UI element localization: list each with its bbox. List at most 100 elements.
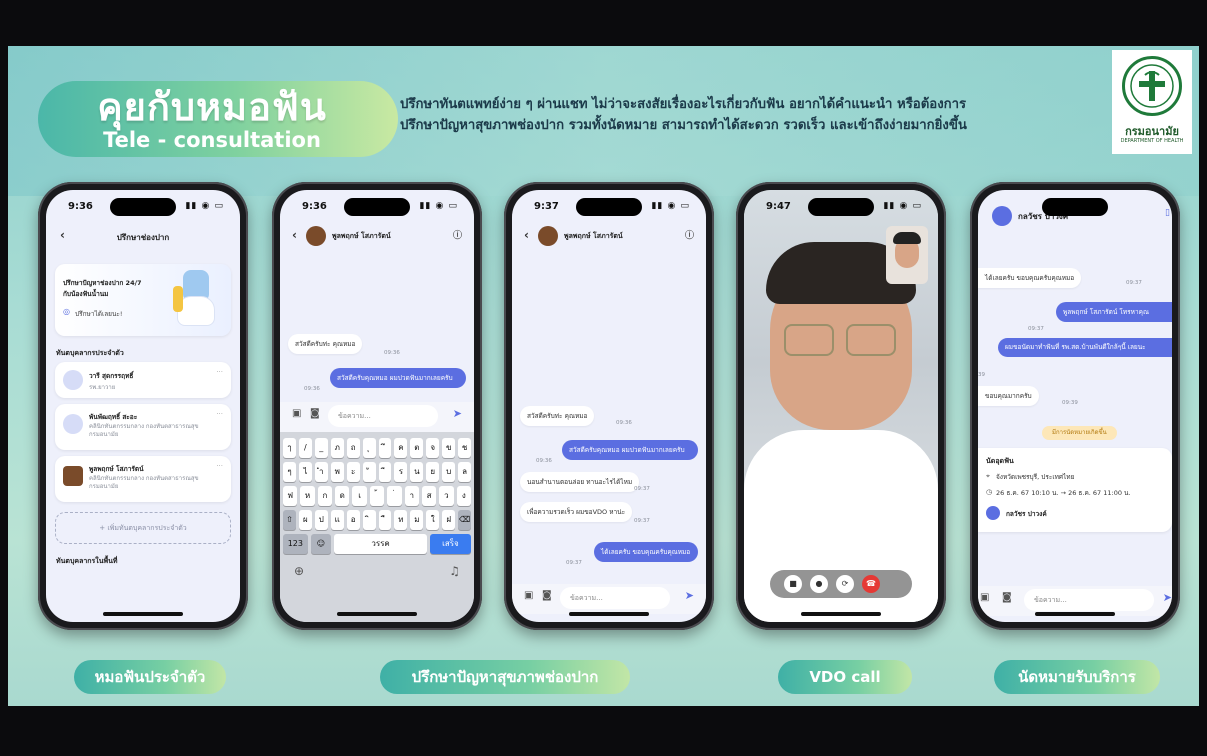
gallery-icon[interactable]: ▣ [980,592,989,603]
key[interactable]: ส [421,486,437,506]
key[interactable]: ไ [298,462,312,482]
phone-dentist-list: 9:36 ▮▮ ◉ ▭ ‹ ปรึกษาช่องปาก ปรึกษาปัญหาช… [38,182,248,630]
feature-label-oral-consult: ปรึกษาปัญหาสุขภาพช่องปาก [380,660,630,694]
phone-chat-typing: 9:36 ▮▮ ◉ ▭ ‹ พูลพฤกษ์ โสภารัตน์ ⓘ สวัสด… [272,182,482,630]
message-time: 09:36 [384,350,400,356]
key[interactable]: ๅ [283,438,296,458]
key[interactable]: ใ [426,510,440,530]
switch-camera-icon[interactable]: ⟳ [836,575,854,593]
numbers-key[interactable]: 123 [283,534,308,554]
back-chevron-icon[interactable]: ‹ [292,228,297,242]
key[interactable]: ด [335,486,350,506]
add-dentist-button[interactable]: + เพิ่มทันตบุคลากรประจำตัว [55,512,231,544]
message-incoming: สวัสดีครับท่ะ คุณหมอ [520,406,595,426]
key[interactable]: ำ [314,462,328,482]
send-icon[interactable]: ➤ [1163,591,1172,604]
key[interactable]: น [410,462,424,482]
contact-name: พูลพฤกษ์ โสภารัตน์ [332,232,391,240]
key[interactable]: ข [442,438,456,458]
message-input[interactable]: ข้อความ... [328,405,438,427]
send-icon[interactable]: ➤ [453,407,462,420]
promo-card[interactable]: ปรึกษาปัญหาช่องปาก 24/7 กับน้องฟันน้ำนม … [55,264,231,336]
key[interactable]: ย [426,462,440,482]
more-icon[interactable]: ··· [216,462,223,470]
more-icon[interactable]: ··· [216,368,223,376]
key[interactable]: เ [352,486,367,506]
send-icon[interactable]: ➤ [685,589,694,602]
key[interactable]: ี [378,462,392,482]
key[interactable]: ร [394,462,408,482]
key[interactable]: ผ [298,510,312,530]
key[interactable]: ท [394,510,408,530]
back-chevron-icon[interactable]: ‹ [524,228,529,242]
end-call-icon[interactable]: ☎ [862,575,880,593]
gallery-icon[interactable]: ▣ [524,590,533,601]
key[interactable]: ว [439,486,454,506]
doctor-card-1[interactable]: วารี สุดกรรฤทธิ์ รพ.ยาวาย ··· [55,362,231,398]
delete-key-icon[interactable]: ⌫ [458,510,472,530]
key[interactable]: ะ [346,462,360,482]
key[interactable]: ล [458,462,472,482]
promo-link[interactable]: ปรึกษาได้เลยนะ! [75,309,123,319]
key[interactable]: ั [362,462,376,482]
camera-icon[interactable]: ◙ [310,408,320,419]
message-input[interactable]: ข้อความ... [560,587,670,609]
key[interactable]: ป [314,510,328,530]
key[interactable]: า [404,486,419,506]
doctor-photo [63,466,83,486]
key[interactable]: ช [458,438,472,458]
message-time: 09:36 [304,386,320,392]
doctor-card-3[interactable]: พูลพฤกษ์ โสภารัตน์ คลินิกทันตกรรมกลาง กอ… [55,456,231,502]
key[interactable]: อ [346,510,360,530]
key[interactable]: บ [442,462,456,482]
key[interactable]: / [298,438,312,458]
key[interactable]: ต [410,438,424,458]
key[interactable]: ้ [369,486,385,506]
key[interactable]: ึ [378,438,392,458]
key[interactable]: ุ [362,438,376,458]
key[interactable]: ฟ [283,486,298,506]
more-icon[interactable]: ··· [216,410,223,418]
done-key[interactable]: เสร็จ [429,534,472,554]
key[interactable]: ห [300,486,315,506]
appointment-card[interactable]: นัดอุดฟัน ⌖ จังหวัดเพชรบุรี, ประเทศไทย ◷… [978,448,1172,532]
message-time: 09:37 [634,486,650,492]
key[interactable]: ง [456,486,471,506]
menu-icon[interactable]: ▯ [1165,208,1170,218]
globe-icon[interactable]: ⊕ [294,564,304,578]
emoji-key-icon[interactable]: ☺ [310,534,332,554]
key[interactable]: แ [330,510,344,530]
doctor-card-2[interactable]: พันพัฒฤทธิ์ สะอะ คลินิกทันตกรรมกลาง กองท… [55,404,231,450]
camera-icon[interactable]: ◙ [1002,592,1012,603]
microphone-icon[interactable]: ♫ [449,564,460,578]
microphone-icon[interactable]: ● [810,575,828,593]
key[interactable]: ม [410,510,424,530]
key[interactable]: ื [378,510,392,530]
signal-battery-icon: ▮▮ ◉ ▭ [651,201,690,211]
key[interactable]: ก [317,486,333,506]
key[interactable]: ๆ [283,462,296,482]
key[interactable]: ิ [362,510,376,530]
info-icon[interactable]: ⓘ [453,228,462,241]
video-toggle-icon[interactable]: ■ [784,575,802,593]
key[interactable]: _ [314,438,328,458]
key[interactable]: ถ [346,438,360,458]
appointment-location: จังหวัดเพชรบุรี, ประเทศไทย [996,473,1075,481]
self-view[interactable] [886,226,928,284]
gallery-icon[interactable]: ▣ [292,408,301,419]
camera-icon[interactable]: ◙ [542,590,552,601]
key[interactable]: ค [394,438,408,458]
shift-key-icon[interactable]: ⇧ [283,510,296,530]
message-time: 09:37 [1028,326,1044,332]
signal-battery-icon: ▮▮ ◉ ▭ [419,201,458,211]
key[interactable]: ภ [330,438,344,458]
key[interactable]: ่ [387,486,402,506]
message-input[interactable]: ข้อความ... [1024,589,1154,611]
key[interactable]: จ [426,438,440,458]
key[interactable]: พ [330,462,344,482]
space-key[interactable]: วรรค [334,534,427,554]
section-area-dentists: ทันตบุคลากรในพื้นที่ [56,557,118,565]
key[interactable]: ฝ [442,510,456,530]
info-icon[interactable]: ⓘ [685,228,694,241]
dynamic-island [1042,198,1108,216]
